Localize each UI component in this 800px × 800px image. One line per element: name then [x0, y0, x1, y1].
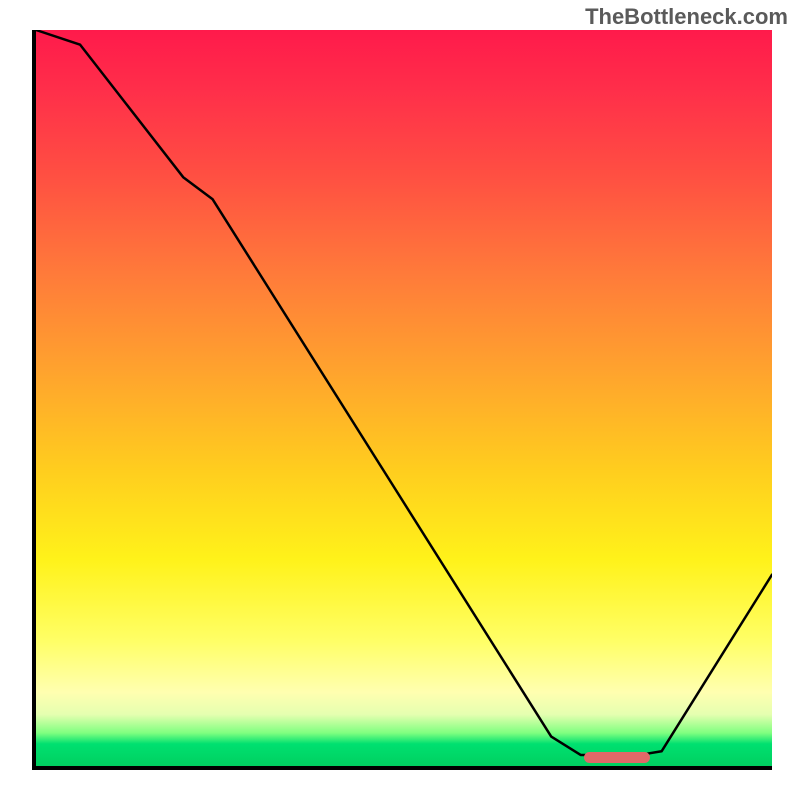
bottleneck-curve	[36, 30, 772, 766]
watermark-text: TheBottleneck.com	[585, 4, 788, 30]
plot-area	[32, 30, 772, 770]
chart-container: TheBottleneck.com	[0, 0, 800, 800]
optimal-range-marker	[584, 752, 651, 763]
